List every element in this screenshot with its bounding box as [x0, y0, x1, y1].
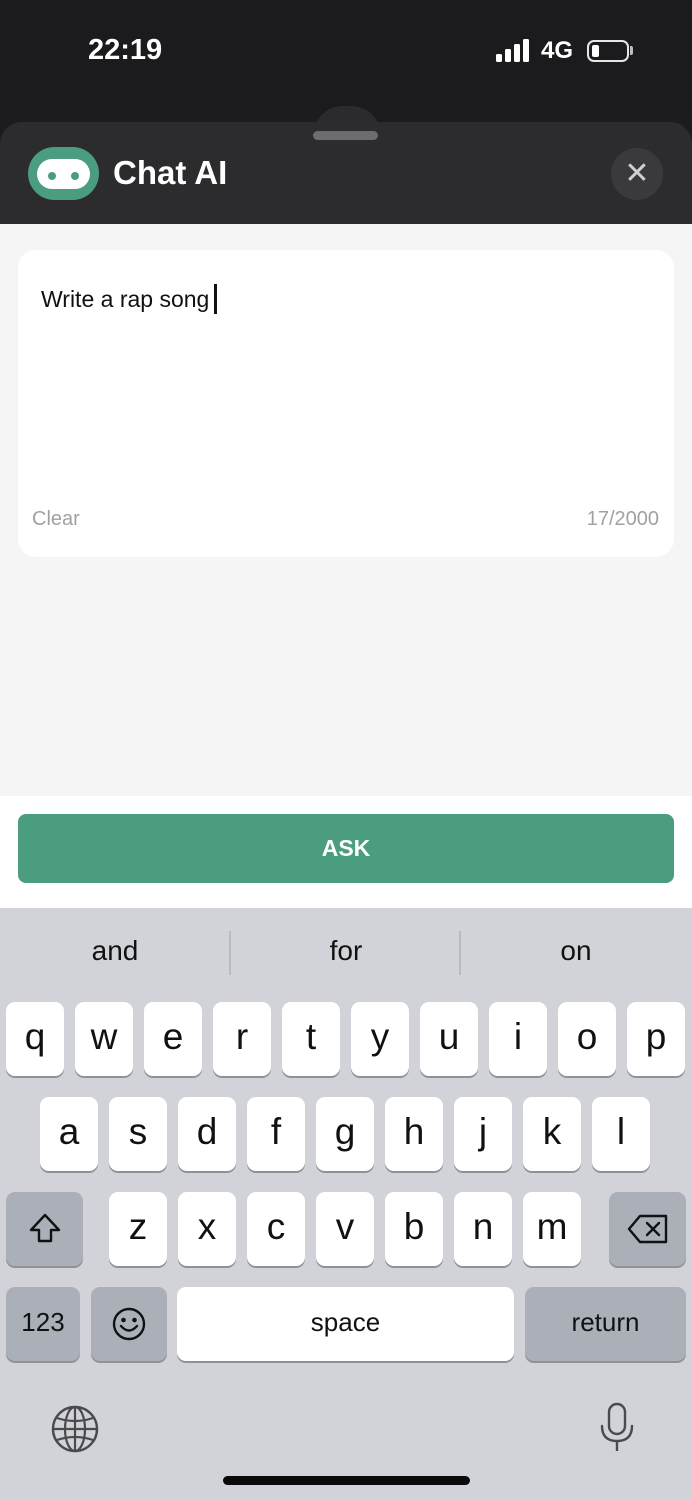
close-icon: ✕ — [624, 157, 650, 190]
delete-icon — [627, 1214, 668, 1244]
key-t[interactable]: t — [282, 1002, 340, 1076]
key-n[interactable]: n — [454, 1192, 512, 1266]
shift-icon — [29, 1213, 61, 1243]
status-time: 22:19 — [88, 34, 163, 66]
sheet-drag-handle[interactable] — [313, 131, 378, 140]
key-i[interactable]: i — [489, 1002, 547, 1076]
key-w[interactable]: w — [75, 1002, 133, 1076]
numbers-key[interactable]: 123 — [6, 1287, 80, 1361]
text-cursor — [214, 284, 218, 314]
robot-logo-icon — [28, 147, 99, 200]
key-a[interactable]: a — [40, 1097, 98, 1171]
key-j[interactable]: j — [454, 1097, 512, 1171]
key-r[interactable]: r — [213, 1002, 271, 1076]
suggestion-2[interactable]: for — [231, 935, 461, 967]
key-m[interactable]: m — [523, 1192, 581, 1266]
battery-icon — [587, 40, 629, 62]
key-v[interactable]: v — [316, 1192, 374, 1266]
return-key[interactable]: return — [525, 1287, 686, 1361]
prompt-text[interactable]: Write a rap song — [41, 284, 218, 314]
close-button[interactable]: ✕ — [611, 148, 663, 200]
key-k[interactable]: k — [523, 1097, 581, 1171]
key-s[interactable]: s — [109, 1097, 167, 1171]
key-p[interactable]: p — [627, 1002, 685, 1076]
char-counter: 17/2000 — [586, 508, 659, 530]
space-key[interactable]: space — [177, 1287, 514, 1361]
battery-tip — [630, 46, 633, 55]
key-l[interactable]: l — [592, 1097, 650, 1171]
delete-key[interactable] — [609, 1192, 686, 1266]
network-label: 4G — [541, 37, 574, 64]
key-q[interactable]: q — [6, 1002, 64, 1076]
ask-button[interactable]: ASK — [18, 814, 674, 883]
suggestion-1[interactable]: and — [0, 935, 230, 967]
key-d[interactable]: d — [178, 1097, 236, 1171]
prompt-text-value: Write a rap song — [41, 286, 210, 312]
microphone-icon[interactable] — [598, 1402, 636, 1454]
clear-button[interactable]: Clear — [32, 508, 80, 531]
globe-icon[interactable] — [50, 1404, 100, 1454]
key-x[interactable]: x — [178, 1192, 236, 1266]
key-o[interactable]: o — [558, 1002, 616, 1076]
key-c[interactable]: c — [247, 1192, 305, 1266]
key-b[interactable]: b — [385, 1192, 443, 1266]
emoji-key[interactable] — [91, 1287, 167, 1361]
suggestion-3[interactable]: on — [461, 935, 691, 967]
home-indicator[interactable] — [223, 1476, 470, 1485]
key-f[interactable]: f — [247, 1097, 305, 1171]
key-e[interactable]: e — [144, 1002, 202, 1076]
app-title: Chat AI — [113, 154, 228, 191]
shift-key[interactable] — [6, 1192, 83, 1266]
signal-icon — [496, 39, 529, 62]
key-u[interactable]: u — [420, 1002, 478, 1076]
key-y[interactable]: y — [351, 1002, 409, 1076]
key-g[interactable]: g — [316, 1097, 374, 1171]
key-h[interactable]: h — [385, 1097, 443, 1171]
key-z[interactable]: z — [109, 1192, 167, 1266]
emoji-icon — [112, 1307, 146, 1341]
